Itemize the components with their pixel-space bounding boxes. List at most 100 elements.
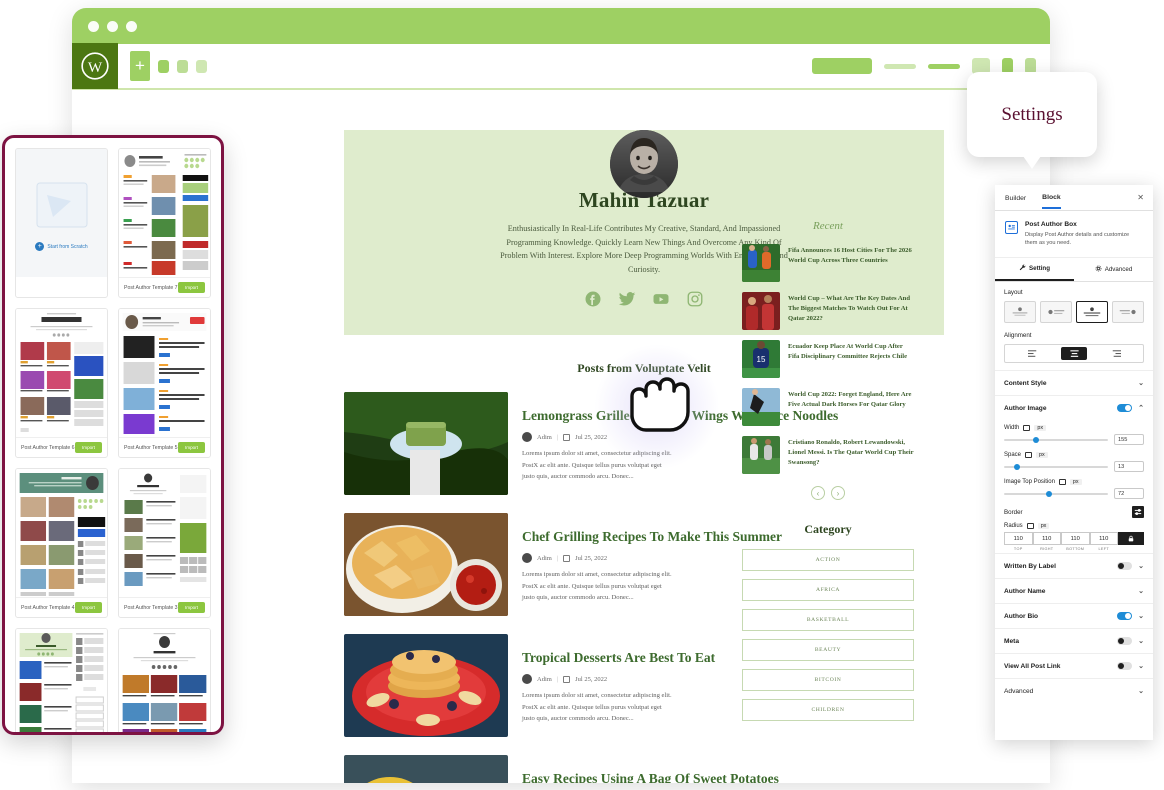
template-card[interactable]: Post Author Template 7 Import [118,148,211,298]
author-image-accordion[interactable]: Author Image ⌃ [995,395,1153,420]
width-slider[interactable] [1004,436,1108,443]
publish-button[interactable] [812,58,872,74]
post-title[interactable]: Easy Recipes Using A Bag Of Sweet Potato… [522,771,944,783]
radius-right-input[interactable]: 110 [1032,532,1061,546]
toolbar-chip-2[interactable] [177,59,188,73]
advanced-label: Advanced [1004,687,1034,695]
template-card[interactable]: Post Author Template 6 Import [15,308,108,458]
toolbar-link-1[interactable] [884,63,916,69]
radius-left-input[interactable]: 110 [1089,532,1118,546]
radius-bottom-input[interactable]: 110 [1061,532,1090,546]
pagination-prev-button[interactable]: ‹ [811,486,825,500]
add-block-button[interactable]: + [130,51,150,81]
width-unit[interactable]: px [1034,425,1047,432]
image-top-position-slider[interactable] [1004,490,1108,497]
layout-option-stacked-center[interactable] [1004,301,1036,324]
template-card[interactable]: Post Author Template 2 Import [15,628,108,732]
meta-accordion[interactable]: Meta ⌄ [995,628,1153,653]
recent-post-item[interactable]: World Cup 2022: Forget England, Here Are… [742,388,914,426]
author-image-toggle[interactable] [1117,404,1133,413]
view-all-post-link-accordion[interactable]: View All Post Link ⌄ [995,653,1153,678]
space-value[interactable]: 13 [1114,461,1144,473]
subtab-advanced[interactable]: Advanced [1074,258,1153,281]
toolbar-link-2[interactable] [928,63,960,69]
close-icon[interactable]: ✕ [1137,193,1144,202]
chevron-down-icon[interactable]: ⌄ [1138,379,1144,387]
layout-label: Layout [1004,289,1023,297]
import-button[interactable]: Import [177,282,205,293]
template-card[interactable]: Post Author Template 3 Import [118,468,211,618]
category-item[interactable]: ACTION [742,549,914,571]
toolbar-chip-1[interactable] [158,59,169,73]
category-item[interactable]: BITCOIN [742,669,914,691]
subtab-setting[interactable]: Setting [995,258,1074,282]
align-center-button[interactable] [1061,347,1087,361]
device-icon[interactable] [1058,479,1066,486]
chevron-up-icon[interactable]: ⌃ [1138,404,1144,412]
lock-icon[interactable] [1118,532,1144,546]
wordpress-icon[interactable]: W [72,43,118,89]
chevron-down-icon[interactable]: ⌄ [1138,612,1144,620]
category-item[interactable]: CHILDREN [742,699,914,721]
facebook-icon[interactable] [584,290,602,313]
image-top-position-unit[interactable]: px [1069,479,1082,486]
view-all-post-link-toggle[interactable] [1117,662,1133,671]
youtube-icon[interactable] [652,290,670,313]
width-value[interactable]: 155 [1114,434,1144,446]
border-settings-icon[interactable] [1132,506,1144,519]
written-by-label-accordion[interactable]: Written By Label ⌄ [995,553,1153,578]
category-item[interactable]: BEAUTY [742,639,914,661]
window-minimize-dot[interactable] [107,20,118,32]
written-by-toggle[interactable] [1117,562,1133,571]
import-button[interactable]: Import [74,602,102,613]
layout-option-stacked-center-selected[interactable] [1076,301,1108,324]
template-card[interactable]: Post Author Template 5 Import [118,308,211,458]
device-icon[interactable] [1023,425,1031,432]
window-maximize-dot[interactable] [126,20,137,32]
import-button[interactable]: Import [177,442,205,453]
device-icon[interactable] [1025,452,1033,459]
chevron-down-icon[interactable]: ⌄ [1138,687,1144,695]
space-unit[interactable]: px [1036,452,1048,459]
window-close-dot[interactable] [88,20,99,32]
align-left-button[interactable] [1005,345,1061,362]
align-right-button[interactable] [1087,345,1143,362]
layout-option-left[interactable] [1040,301,1072,324]
chevron-down-icon[interactable]: ⌄ [1138,637,1144,645]
toolbar-chip-3[interactable] [196,59,207,73]
device-icon[interactable] [1026,523,1034,530]
author-name-accordion[interactable]: Author Name ⌄ [995,578,1153,603]
tab-block[interactable]: Block [1042,187,1061,209]
pagination-next-button[interactable]: › [831,486,845,500]
start-from-scratch-label[interactable]: + Start from Scratch [35,242,88,251]
twitter-icon[interactable] [618,290,636,313]
author-bio-accordion[interactable]: Author Bio ⌄ [995,603,1153,628]
space-slider[interactable] [1004,463,1108,470]
advanced-accordion[interactable]: Advanced ⌄ [995,678,1153,703]
author-bio-toggle[interactable] [1117,612,1133,621]
chevron-down-icon[interactable]: ⌄ [1138,562,1144,570]
recent-post-item[interactable]: Cristiano Ronaldo, Robert Lewandowski, L… [742,436,914,474]
category-item[interactable]: BASKETBALL [742,609,914,631]
chevron-down-icon[interactable]: ⌄ [1138,662,1144,670]
post-list-item[interactable]: Easy Recipes Using A Bag Of Sweet Potato… [344,755,944,783]
content-style-accordion[interactable]: Content Style ⌄ [995,370,1153,395]
radius-unit[interactable]: px [1037,523,1050,530]
image-top-position-value[interactable]: 72 [1114,488,1144,500]
chevron-down-icon[interactable]: ⌄ [1138,587,1144,595]
recent-post-item[interactable]: 15 Ecuador Keep Place At World Cup After… [742,340,914,378]
recent-post-item[interactable]: World Cup – What Are The Key Dates And T… [742,292,914,330]
radius-bottom-cell: 110 BOTTOM [1061,532,1090,551]
template-card[interactable]: Post Author Template 1 Import [118,628,211,732]
layout-option-right[interactable] [1112,301,1144,324]
import-button[interactable]: Import [177,602,205,613]
category-item[interactable]: AFRICA [742,579,914,601]
radius-top-input[interactable]: 110 [1004,532,1033,546]
import-button[interactable]: Import [74,442,102,453]
meta-toggle[interactable] [1117,637,1133,646]
tab-builder[interactable]: Builder [1005,188,1026,208]
template-card[interactable]: Post Author Template 4 Import [15,468,108,618]
template-card-scratch[interactable]: + Start from Scratch [15,148,108,298]
recent-post-item[interactable]: Fifa Announces 16 Host Cities For The 20… [742,244,914,282]
instagram-icon[interactable] [686,290,704,313]
